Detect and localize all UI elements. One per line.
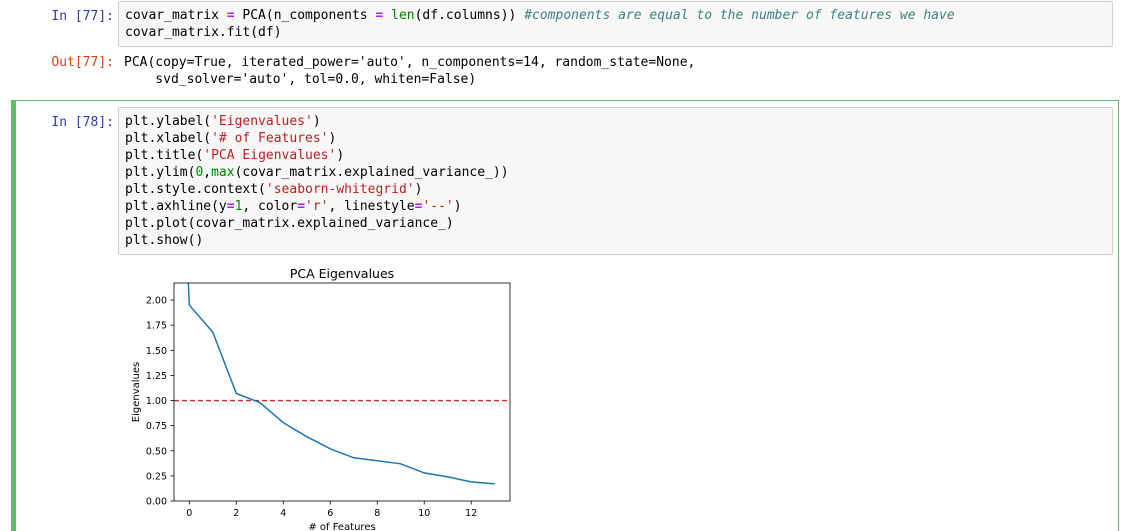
code-token: 'PCA Eigenvalues' [203,148,337,163]
code-line: plt.ylabel('Eigenvalues') [125,113,321,130]
x-tick-label: 4 [280,508,286,519]
code-line: plt.plot(covar_matrix.explained_variance… [125,215,454,232]
cell-78-code-editor[interactable]: plt.ylabel('Eigenvalues') plt.xlabel('# … [118,107,1113,255]
cell-77-output-prompt: Out[77]: [51,55,114,70]
code-line: plt.title('PCA Eigenvalues') [125,147,344,164]
code-token: 'seaborn-whitegrid' [265,182,415,197]
code-token: (df.columns)) [414,8,525,23]
x-tick-label: 0 [186,508,192,519]
code-token: = [226,199,235,214]
code-token: plt.title( [125,148,204,163]
code-line: plt.axhline(y=1, color='r', linestyle='-… [125,198,462,215]
cell-77-output-line: PCA(copy=True, iterated_power='auto', n_… [124,55,696,70]
y-tick-label: 0.75 [146,421,167,432]
code-token: max [211,165,235,180]
code-token: , color [242,199,298,214]
code-line: plt.show() [125,232,203,249]
cell-77-code-editor[interactable]: covar_matrix = PCA(n_components = len(df… [118,1,1113,47]
code-token: ) [414,182,423,197]
eigenvalues-chart: PCA Eigenvalues Eigenvalues # of Feature… [131,266,511,531]
code-token: = [297,199,306,214]
y-tick-label: 0.25 [146,471,167,482]
code-token: covar_matrix.fit(df) [125,25,282,40]
eigenvalue-series-line [187,283,495,485]
x-tick-label: 12 [465,508,477,519]
code-token: plt.axhline(y [125,199,227,214]
code-token: '# of Features' [211,131,329,146]
y-tick-label: 1.75 [146,321,167,332]
y-tick-label: 1.50 [146,346,167,357]
cell-78-input-prompt: In [78]: [51,115,114,130]
code-token: (covar_matrix.explained_variance_)) [234,165,509,180]
code-token: , [203,165,212,180]
chart-xlabel: # of Features [308,522,375,531]
code-token: covar_matrix [125,8,227,23]
code-token: plt.style.context( [125,182,266,197]
code-token: plt.plot(covar_matrix.explained_variance… [125,216,454,231]
code-token: len [391,8,415,23]
chart-ylabel: Eigenvalues [131,362,142,422]
plot-frame [173,282,511,502]
x-tick-label: 6 [327,508,333,519]
code-token: 'r' [305,199,329,214]
code-token: plt.ylim( [125,165,196,180]
x-tick-label: 8 [374,508,380,519]
cell-78-selection-bar [11,100,16,531]
code-token: ) [312,114,321,129]
code-token: #components are equal to the number of f… [524,8,955,23]
code-line: plt.style.context('seaborn-whitegrid') [125,181,422,198]
code-token: ) [328,131,337,146]
code-token: ) [336,148,345,163]
plot-area: 0.00 0.25 0.50 0.75 1.00 1.25 1.50 1.75 2.00 0 2 4 6… [146,282,511,519]
y-tick-label: 1.00 [146,396,167,407]
code-token: plt.xlabel( [125,131,212,146]
x-tick-label: 2 [233,508,239,519]
y-tick-label: 0.50 [146,446,167,457]
y-tick-label: 0.00 [146,497,167,508]
chart-title: PCA Eigenvalues [290,266,394,281]
code-token: , linestyle [328,199,415,214]
code-line: plt.ylim(0,max(covar_matrix.explained_va… [125,164,509,181]
code-line: plt.xlabel('# of Features') [125,130,336,147]
x-tick-label: 10 [418,508,430,519]
y-tick-label: 2.00 [146,296,167,307]
y-tick-label: 1.25 [146,371,167,382]
code-token: '--' [422,199,454,214]
cell-77-input-prompt: In [77]: [51,9,114,24]
code-token: plt.show() [125,233,204,248]
code-line: covar_matrix = PCA(n_components = len(df… [125,7,955,24]
code-token: PCA(n_components [234,8,376,23]
code-token: ) [453,199,462,214]
code-token: = [226,8,235,23]
code-line: covar_matrix.fit(df) [125,24,282,41]
code-token: 'Eigenvalues' [211,114,313,129]
cell-77-output-line: svd_solver='auto', tol=0.0, whiten=False… [124,72,477,87]
code-token: plt.ylabel( [125,114,212,129]
